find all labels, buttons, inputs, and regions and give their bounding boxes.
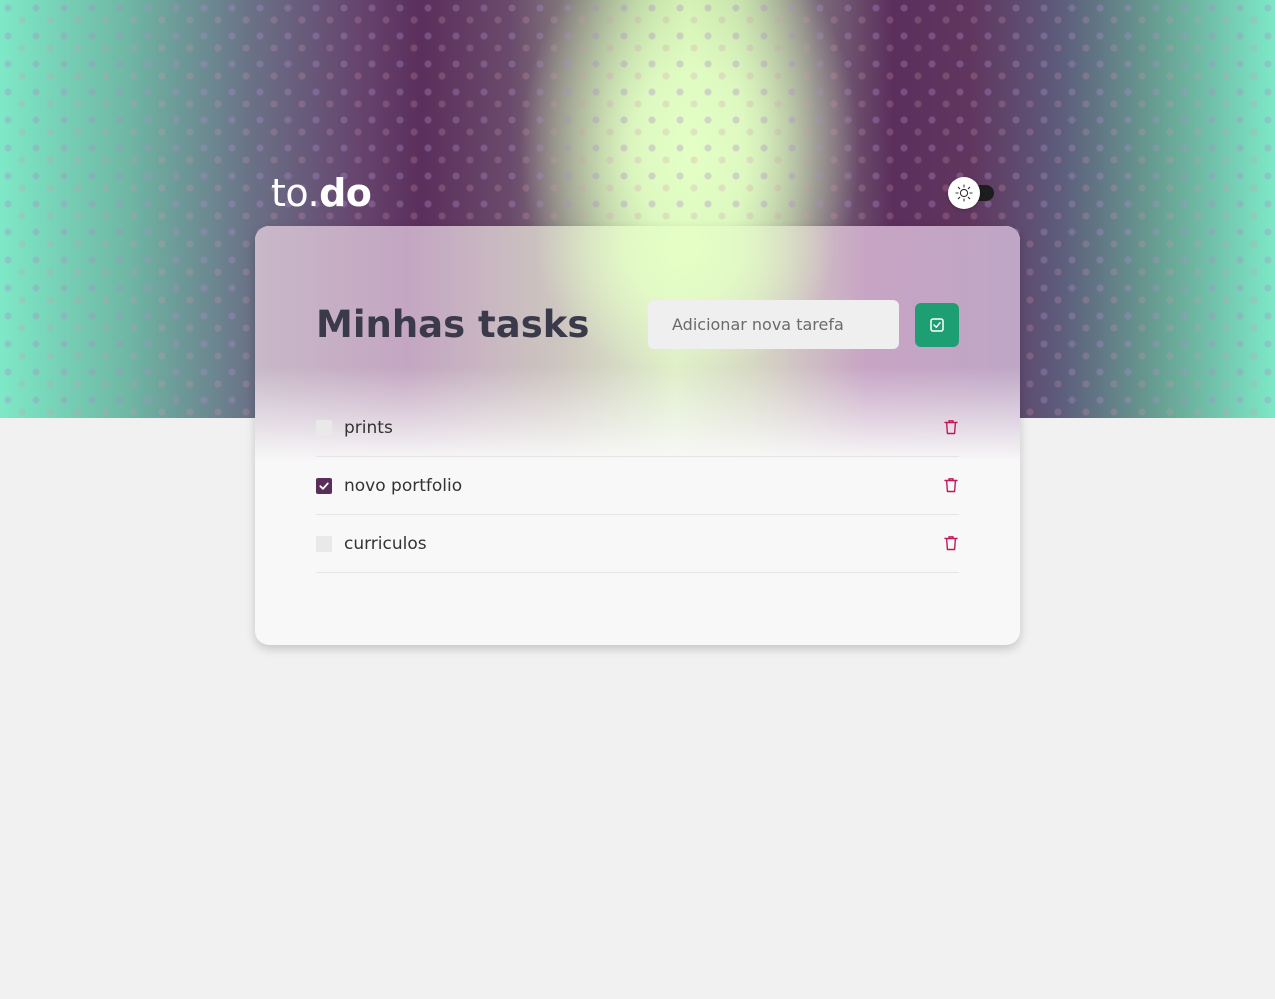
- delete-task-button[interactable]: [943, 534, 959, 552]
- new-task-input[interactable]: [648, 300, 899, 349]
- task-item: prints: [316, 399, 959, 457]
- trash-icon: [944, 478, 958, 493]
- toggle-knob[interactable]: [948, 177, 980, 209]
- task-checkbox[interactable]: [316, 419, 332, 436]
- task-checkbox[interactable]: [316, 535, 332, 552]
- task-item: curriculos: [316, 515, 959, 573]
- check-square-icon: [930, 318, 944, 332]
- sun-icon: [955, 184, 973, 202]
- trash-icon: [944, 420, 958, 435]
- logo-prefix: to.: [271, 171, 320, 215]
- delete-task-button[interactable]: [943, 476, 959, 494]
- checkmark-icon: [319, 482, 329, 490]
- theme-toggle[interactable]: [948, 177, 996, 209]
- task-checkbox[interactable]: [316, 477, 332, 494]
- task-item: novo portfolio: [316, 457, 959, 515]
- task-list: prints novo portfolio curriculos: [316, 399, 959, 573]
- task-label: curriculos: [344, 533, 427, 554]
- tasks-card: Minhas tasks prints novo portfolio: [255, 226, 1020, 645]
- delete-task-button[interactable]: [943, 418, 959, 436]
- app-logo: to.do: [271, 171, 372, 215]
- add-task-button[interactable]: [915, 303, 959, 347]
- task-label: prints: [344, 417, 393, 438]
- task-label: novo portfolio: [344, 475, 463, 496]
- page-title: Minhas tasks: [316, 303, 590, 346]
- logo-suffix: do: [319, 171, 372, 215]
- trash-icon: [944, 536, 958, 551]
